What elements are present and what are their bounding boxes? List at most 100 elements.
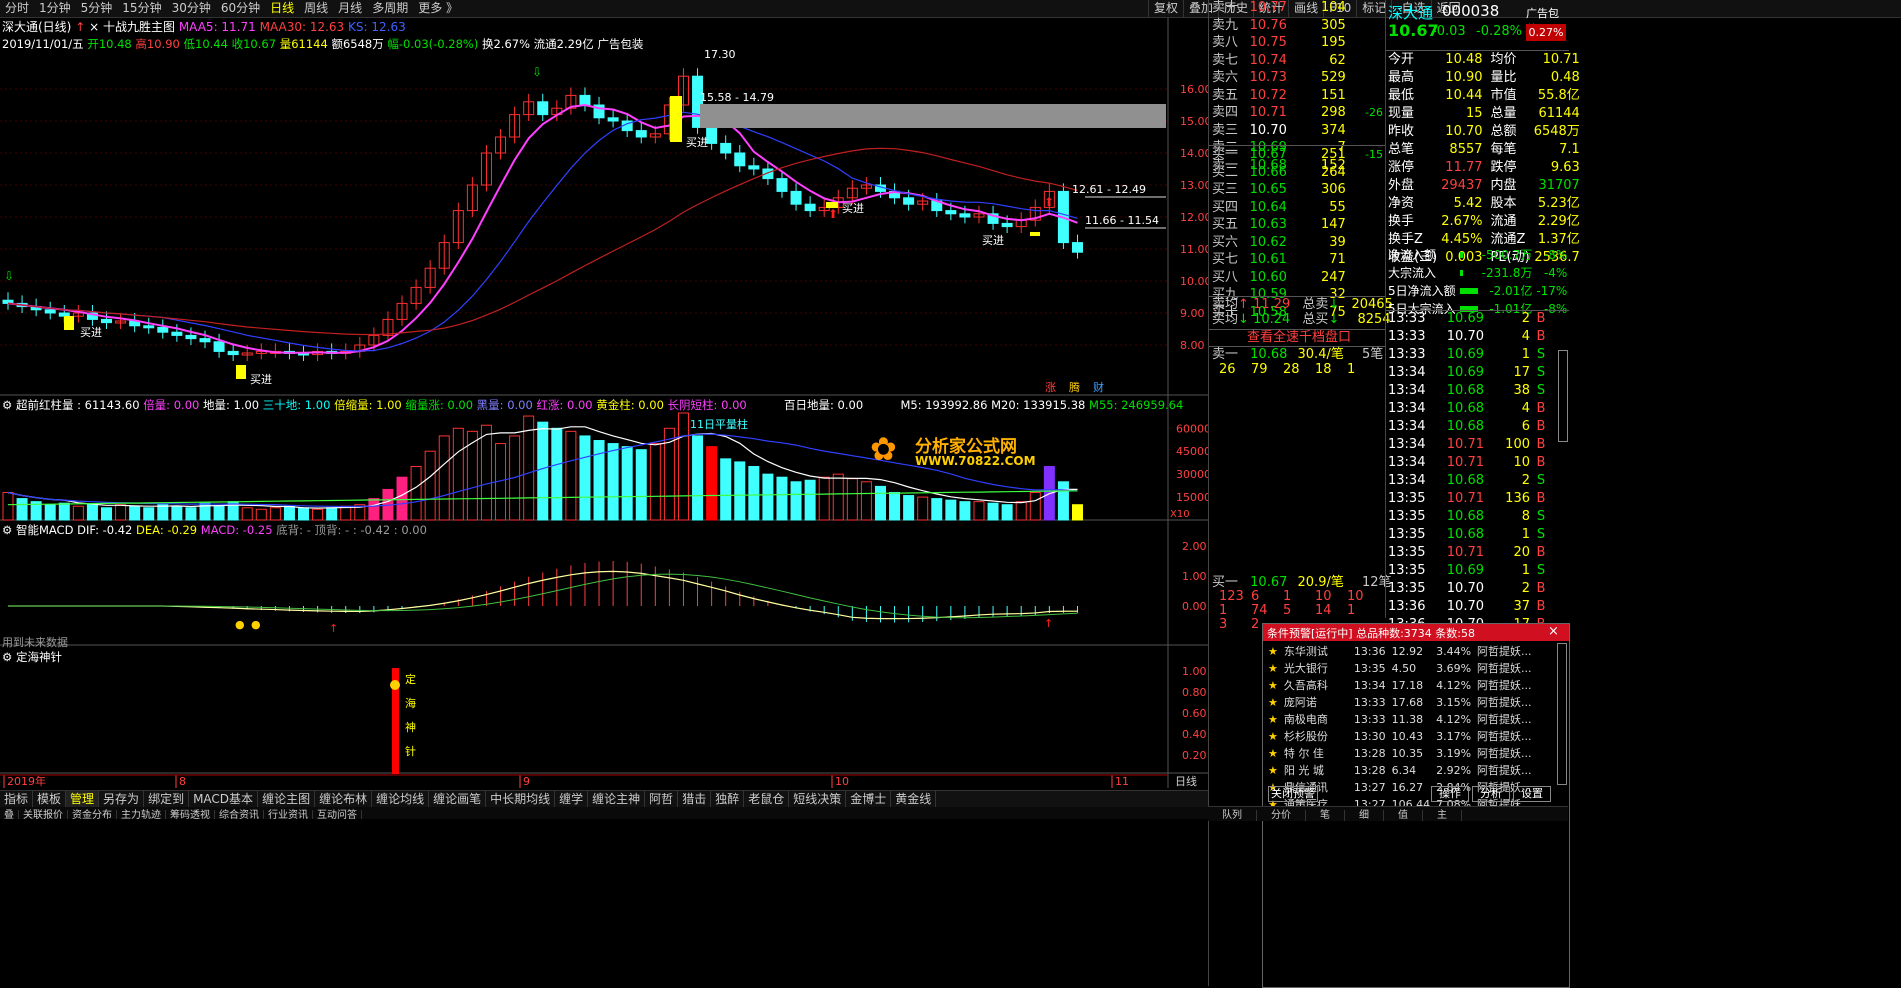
indicator-tab[interactable]: 缠论均线 xyxy=(372,791,430,807)
panel-tab[interactable]: 主 xyxy=(1423,810,1462,821)
close-alert-button[interactable]: 关闭预警 xyxy=(1268,786,1318,802)
period-tabs: 分时 1分钟 5分钟 15分钟 30分钟 60分钟 日线 周线 月线 多周期 更多 》 xyxy=(0,0,463,17)
indicator-tab[interactable]: 猎击 xyxy=(678,791,712,807)
order-row[interactable]: 卖四 10.71 298 -26 xyxy=(1209,104,1386,122)
panel-tab[interactable]: 值 xyxy=(1384,810,1423,821)
order-row[interactable]: 卖六 10.73 529 xyxy=(1209,69,1386,87)
info-tab[interactable]: 关联报价 xyxy=(19,810,68,819)
order-row[interactable]: 卖十 10.77 104 xyxy=(1209,0,1386,17)
order-row[interactable]: 买二 10.66 264 xyxy=(1209,164,1386,182)
alert-action-button[interactable]: 操作 xyxy=(1431,786,1469,802)
info-tab[interactable]: 筹码透视 xyxy=(166,810,215,819)
period-tab[interactable]: 更多 》 xyxy=(413,0,463,17)
full-depth-link[interactable]: 查看全速千档盘口 xyxy=(1247,329,1351,347)
tick-scrollbar[interactable] xyxy=(1558,350,1568,442)
period-tab[interactable]: 5分钟 xyxy=(76,0,118,17)
period-tab[interactable]: 周线 xyxy=(299,0,333,17)
indicator-tab[interactable]: 缠学 xyxy=(555,791,589,807)
tick-price: 10.68 xyxy=(1446,473,1484,488)
info-tab[interactable]: 行业资讯 xyxy=(264,810,313,819)
alert-row[interactable]: ★ 南极电商 13:33 11.38 4.12% 阿哲提妖... xyxy=(1265,711,1535,728)
indicator-tab[interactable]: 缠论主神 xyxy=(588,791,646,807)
ohlc-row: 2019/11/01/五 开10.48 高10.90 低10.44 收10.67… xyxy=(2,35,643,53)
order-row[interactable]: 买三 10.65 306 xyxy=(1209,181,1386,199)
order-row[interactable]: 卖九 10.76 305 xyxy=(1209,17,1386,35)
period-tab[interactable]: 1分钟 xyxy=(34,0,76,17)
volume-bar xyxy=(44,504,56,521)
order-row[interactable]: 买八 10.60 247 xyxy=(1209,269,1386,287)
indicator-tab[interactable]: 短线决策 xyxy=(789,791,847,807)
indicator-tab[interactable]: 绑定到 xyxy=(144,791,190,807)
order-row[interactable]: 买一 10.67 251 -15 xyxy=(1209,146,1386,164)
indicator-tab[interactable]: 另存为 xyxy=(99,791,145,807)
period-tab[interactable]: 月线 xyxy=(333,0,367,17)
alert-action-button[interactable]: 分析 xyxy=(1472,786,1510,802)
indicator-tab[interactable]: 金博士 xyxy=(846,791,892,807)
needle-indicator-name[interactable]: 定海神针 xyxy=(16,650,62,664)
alert-row[interactable]: ★ 久吾高科 13:34 17.18 4.12% 阿哲提妖... xyxy=(1265,677,1535,694)
period-tab[interactable]: 日线 xyxy=(265,0,299,17)
volume-bar xyxy=(889,491,901,521)
info-tab[interactable]: 综合资讯 xyxy=(215,810,264,819)
gear-icon[interactable]: ⚙ xyxy=(2,523,12,537)
indicator-tab[interactable]: MACD基本 xyxy=(189,791,259,807)
macd-indicator-name[interactable]: 智能MACD xyxy=(16,523,73,537)
tool-button[interactable]: 复权 xyxy=(1148,0,1183,17)
indicator-tab[interactable]: 阿哲 xyxy=(645,791,679,807)
volume-bar xyxy=(973,501,985,521)
info-tab[interactable]: 资金分布 xyxy=(68,810,117,819)
indicator-name[interactable]: 十战九胜主图 xyxy=(103,20,175,34)
indicator-tab[interactable]: 黄金线 xyxy=(891,791,937,807)
indicator-tab[interactable]: 缠论画笔 xyxy=(429,791,487,807)
indicator-tab[interactable]: 模板 xyxy=(33,791,67,807)
info-tab[interactable]: 互动问答 xyxy=(313,810,362,819)
money-bag-icon: ● xyxy=(251,618,261,631)
alert-row[interactable]: ★ 光大银行 13:35 4.50 3.69% 阿哲提妖... xyxy=(1265,660,1535,677)
order-row[interactable]: 买四 10.64 55 xyxy=(1209,199,1386,217)
info-tab[interactable]: 叠 xyxy=(0,810,19,819)
panel-tab[interactable]: 队列 xyxy=(1208,810,1257,821)
info-tab[interactable]: 主力轨迹 xyxy=(117,810,166,819)
alert-row[interactable]: ★ 东华测试 13:36 12.92 3.44% 阿哲提妖... xyxy=(1265,643,1535,660)
close-icon[interactable]: × xyxy=(1548,624,1559,639)
volume-bar xyxy=(649,443,661,521)
tick-price: 10.69 xyxy=(1446,563,1484,578)
alert-row[interactable]: ★ 阳 光 城 13:28 6.34 2.92% 阿哲提妖... xyxy=(1265,762,1535,779)
alert-scrollbar[interactable] xyxy=(1557,643,1567,785)
indicator-tab[interactable]: 管理 xyxy=(66,791,100,807)
order-row[interactable]: 卖五 10.72 151 xyxy=(1209,87,1386,105)
volume-indicator-name[interactable]: 超前红柱量 xyxy=(16,398,74,412)
indicator-tab[interactable]: 缠论布林 xyxy=(315,791,373,807)
panel-tab[interactable]: 分价 xyxy=(1257,810,1306,821)
indicator-tab[interactable]: 中长期均线 xyxy=(486,791,556,807)
period-tab[interactable]: 15分钟 xyxy=(117,0,166,17)
order-row[interactable]: 卖八 10.75 195 xyxy=(1209,34,1386,52)
quote-label: 昨收 xyxy=(1388,124,1415,139)
indicator-tab[interactable]: 老鼠仓 xyxy=(744,791,790,807)
period-tab[interactable]: 分时 xyxy=(0,0,34,17)
alert-row[interactable]: ★ 庞阿诺 13:33 17.68 3.15% 阿哲提妖... xyxy=(1265,694,1535,711)
alert-row[interactable]: ★ 杉杉股份 13:30 10.43 3.17% 阿哲提妖... xyxy=(1265,728,1535,745)
alert-row[interactable]: ★ 特 尔 佳 13:28 10.35 3.19% 阿哲提妖... xyxy=(1265,745,1535,762)
panel-tab[interactable]: 笔 xyxy=(1306,810,1345,821)
order-row[interactable]: 卖七 10.74 62 xyxy=(1209,52,1386,70)
alert-cell: 杉杉股份 xyxy=(1283,730,1328,743)
kline-chart[interactable]: 16.00 15.00 14.00 13.00 12.00 11.00 10.00 9.00 8… xyxy=(0,18,1208,968)
order-row[interactable]: 卖三 10.70 374 xyxy=(1209,122,1386,140)
indicator-tab[interactable]: 独醉 xyxy=(711,791,745,807)
order-row[interactable]: 买七 10.61 71 xyxy=(1209,251,1386,269)
gear-icon[interactable]: ⚙ xyxy=(2,398,12,412)
order-row[interactable]: 买六 10.62 39 xyxy=(1209,234,1386,252)
tick-price: 10.68 xyxy=(1446,509,1484,524)
panel-tab[interactable]: 细 xyxy=(1345,810,1384,821)
gear-icon[interactable]: ⚙ xyxy=(2,650,12,664)
indicator-tab[interactable]: 指标 xyxy=(0,791,34,807)
alert-action-button[interactable]: 设置 xyxy=(1513,786,1551,802)
close-icon[interactable]: × xyxy=(89,20,99,34)
indicator-tab[interactable]: 缠论主图 xyxy=(258,791,316,807)
period-tab[interactable]: 30分钟 xyxy=(167,0,216,17)
period-tab[interactable]: 60分钟 xyxy=(216,0,265,17)
order-row[interactable]: 买五 10.63 147 xyxy=(1209,216,1386,234)
period-tab[interactable]: 多周期 xyxy=(367,0,413,17)
news-icon: 腾 xyxy=(1069,380,1080,394)
